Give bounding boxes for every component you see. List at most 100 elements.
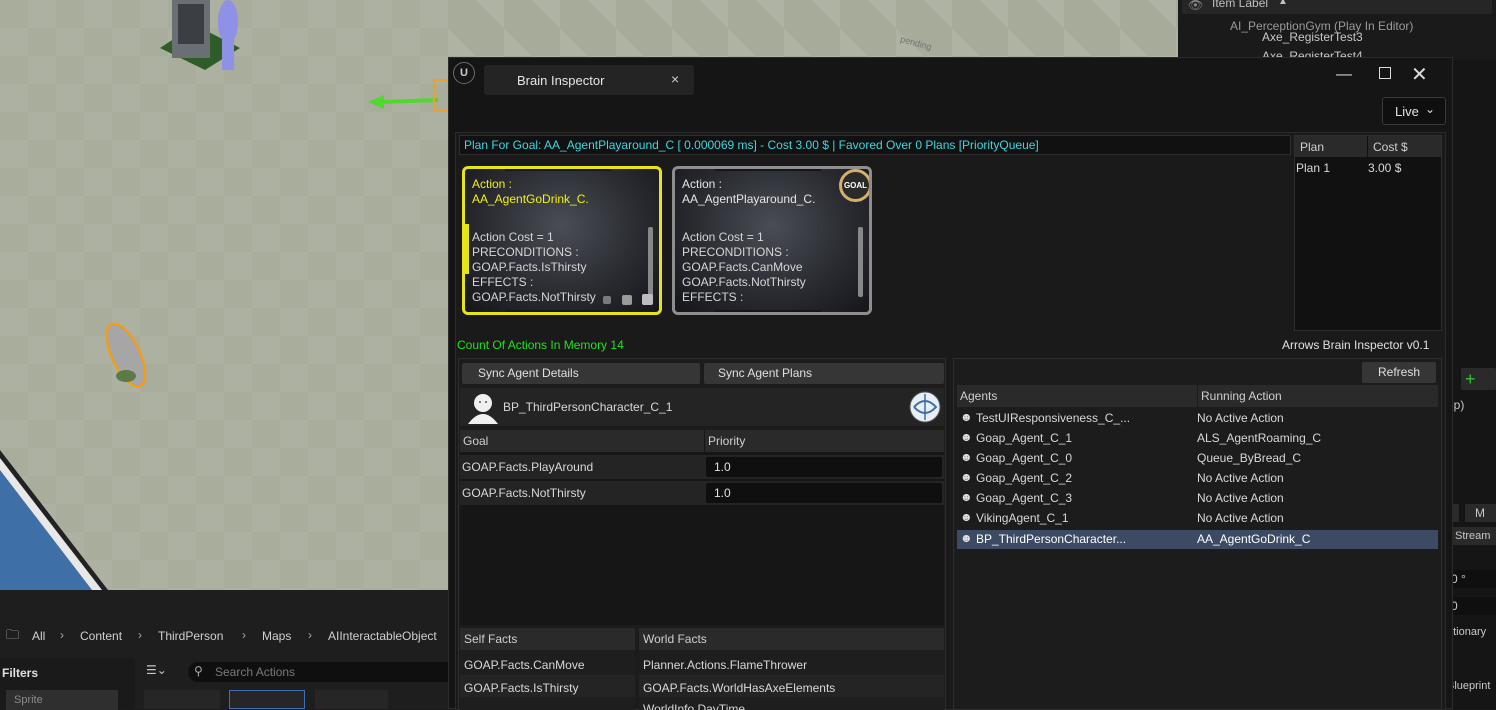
plans-table-header: Plan Cost $ [1295, 136, 1441, 157]
agents-header-agent[interactable]: Agents [960, 389, 997, 403]
table-row[interactable]: ☻ Goap_Agent_C_3 No Active Action [957, 489, 1438, 507]
stream-button[interactable]: Stream [1447, 527, 1496, 545]
rotation-field[interactable]: 0 ° [1447, 570, 1496, 588]
goals-header-priority[interactable]: Priority [708, 434, 745, 448]
chevron-right-icon: › [242, 628, 246, 642]
running-action: No Active Action [1197, 511, 1284, 525]
table-row[interactable]: ☻ Goap_Agent_C_2 No Active Action [957, 469, 1438, 487]
plans-header-cost[interactable]: Cost $ [1373, 140, 1408, 154]
unreal-logo-icon: U [453, 62, 475, 84]
breadcrumb-item[interactable]: AIInteractableObject [328, 629, 437, 643]
table-row[interactable]: ☻ VikingAgent_C_1 No Active Action [957, 509, 1438, 527]
priority-field[interactable]: 1.0 [706, 483, 942, 503]
card-line: Action Cost = 1 [682, 230, 764, 244]
list-item[interactable]: GOAP.Facts.CanMove [464, 658, 585, 672]
table-row[interactable]: GOAP.Facts.PlayAround 1.0 [460, 455, 944, 479]
breadcrumb-item[interactable]: ThirdPerson [158, 629, 223, 643]
agent-icon: ☻ [960, 430, 973, 444]
table-row-selected[interactable]: ☻ BP_ThirdPersonCharacter... AA_AgentGoD… [957, 530, 1438, 549]
self-facts-header[interactable]: Self Facts [464, 632, 517, 646]
table-row[interactable]: GOAP.Facts.NotThirsty 1.0 [460, 481, 944, 505]
live-dropdown[interactable]: Live ⌄ [1382, 97, 1446, 125]
asset-tile-selected[interactable] [229, 690, 305, 709]
refresh-button[interactable]: Refresh [1362, 362, 1436, 383]
action-card-selected[interactable]: Action : AA_AgentGoDrink_C. Action Cost … [462, 166, 662, 315]
maximize-icon[interactable] [1379, 67, 1391, 79]
plan-cost: 3.00 $ [1368, 161, 1402, 175]
selected-agent-row: BP_ThirdPersonCharacter_C_1 [460, 388, 944, 426]
details-m-button[interactable]: M [1465, 504, 1496, 522]
brain-icon[interactable] [908, 390, 942, 424]
world-facts-panel: World Facts Planner.Actions.FlameThrower… [639, 628, 944, 710]
agent-name: VikingAgent_C_1 [976, 511, 1069, 525]
viewport-scene: pending [0, 0, 448, 590]
add-button[interactable]: + [1461, 368, 1496, 390]
plans-header-plan[interactable]: Plan [1300, 140, 1324, 154]
sprite-filter[interactable]: Sprite [6, 690, 118, 710]
minimize-icon[interactable]: — [1336, 66, 1352, 84]
agent-name: Goap_Agent_C_0 [976, 451, 1073, 465]
plan-name: Plan 1 [1296, 161, 1331, 175]
card-line: EFFECTS : [682, 290, 744, 304]
card-scrollbar[interactable] [648, 227, 653, 297]
table-row[interactable]: ☻ TestUIResponsiveness_C_... No Active A… [957, 409, 1438, 427]
agents-header-running[interactable]: Running Action [1201, 389, 1282, 403]
table-row[interactable]: Plan 1 3.00 $ [1295, 158, 1441, 178]
card-action-name: AA_AgentGoDrink_C. [472, 192, 589, 206]
agents-list: ☻ TestUIResponsiveness_C_... No Active A… [957, 409, 1438, 589]
breadcrumb-item[interactable]: All [32, 629, 45, 643]
outliner-item[interactable]: Axe_RegisterTest3 [1262, 30, 1363, 44]
world-facts-header[interactable]: World Facts [643, 632, 707, 646]
chevron-right-icon: › [308, 628, 312, 642]
agent-icon: ☻ [960, 490, 973, 504]
chevron-right-icon: › [60, 628, 64, 642]
running-action: AA_AgentGoDrink_C [1197, 532, 1311, 546]
chevron-right-icon: › [138, 628, 142, 642]
sync-agent-details-button[interactable]: Sync Agent Details [462, 363, 700, 384]
filters-panel: Filters Sprite [0, 658, 135, 710]
goals-header-goal[interactable]: Goal [463, 434, 488, 448]
list-item[interactable]: GOAP.Facts.WorldHasAxeElements [643, 681, 835, 695]
tab-brain-inspector[interactable]: Brain Inspector × [484, 65, 694, 95]
agent-icon: ☻ [960, 470, 973, 484]
gizmo-x-axis [379, 98, 439, 104]
level-viewport[interactable]: pending pending [0, 0, 448, 590]
agent-name: Goap_Agent_C_2 [976, 471, 1073, 485]
search-box[interactable]: ⚲ Search Actions [188, 662, 448, 682]
mannequin-blue [218, 0, 238, 44]
agent-name: BP_ThirdPersonCharacter... [976, 532, 1127, 546]
card-line: GOAP.Facts.NotThirsty [682, 275, 806, 289]
card-line: PRECONDITIONS : [682, 245, 789, 259]
close-window-icon[interactable]: ✕ [1411, 62, 1428, 87]
breadcrumb-item[interactable]: Maps [262, 629, 291, 643]
self-facts-panel: Self Facts GOAP.Facts.CanMove GOAP.Facts… [460, 628, 635, 710]
priority-field[interactable]: 1.0 [706, 457, 942, 477]
close-tab-icon[interactable]: × [671, 71, 679, 87]
goal-name: GOAP.Facts.NotThirsty [462, 486, 586, 500]
list-item[interactable]: Planner.Actions.FlameThrower [643, 658, 807, 672]
list-item[interactable]: GOAP.Facts.IsThirsty [464, 681, 578, 695]
content-browser: 🗀 All › Content › ThirdPerson › Maps › A… [0, 590, 448, 710]
asset-tile[interactable] [144, 690, 220, 709]
folder-icon[interactable]: 🗀 [6, 626, 19, 648]
search-input[interactable]: Search Actions [215, 665, 295, 679]
sync-agent-plans-button[interactable]: Sync Agent Plans [704, 363, 944, 384]
table-row[interactable]: ☻ Goap_Agent_C_1 ALS_AgentRoaming_C [957, 429, 1438, 447]
viewport-top-strip[interactable]: pending [448, 0, 1178, 57]
brain-inspector-window: U Brain Inspector × — ✕ Live ⌄ Plan For … [448, 57, 1453, 710]
breadcrumb-item[interactable]: Content [80, 629, 122, 643]
chevron-down-icon: ⌄ [1425, 102, 1436, 116]
running-action: No Active Action [1197, 491, 1284, 505]
action-card[interactable]: Action : AA_AgentPlayaround_C. Action Co… [672, 166, 872, 315]
eye-icon[interactable]: 👁 [1188, 0, 1203, 12]
sort-up-icon[interactable]: ▲ [1278, 0, 1288, 7]
card-scrollbar[interactable] [858, 227, 863, 297]
outliner-header-label[interactable]: Item Label [1212, 0, 1268, 10]
tab-title: Brain Inspector [517, 73, 605, 88]
table-row[interactable]: ☻ Goap_Agent_C_0 Queue_ByBread_C [957, 449, 1438, 467]
asset-tile[interactable] [315, 690, 388, 709]
card-line: GOAP.Facts.NotThirsty [472, 290, 596, 304]
value-field[interactable]: 0 [1447, 597, 1496, 615]
filter-icon[interactable]: ☰⌄ [146, 663, 167, 677]
filters-label[interactable]: Filters [2, 666, 38, 680]
